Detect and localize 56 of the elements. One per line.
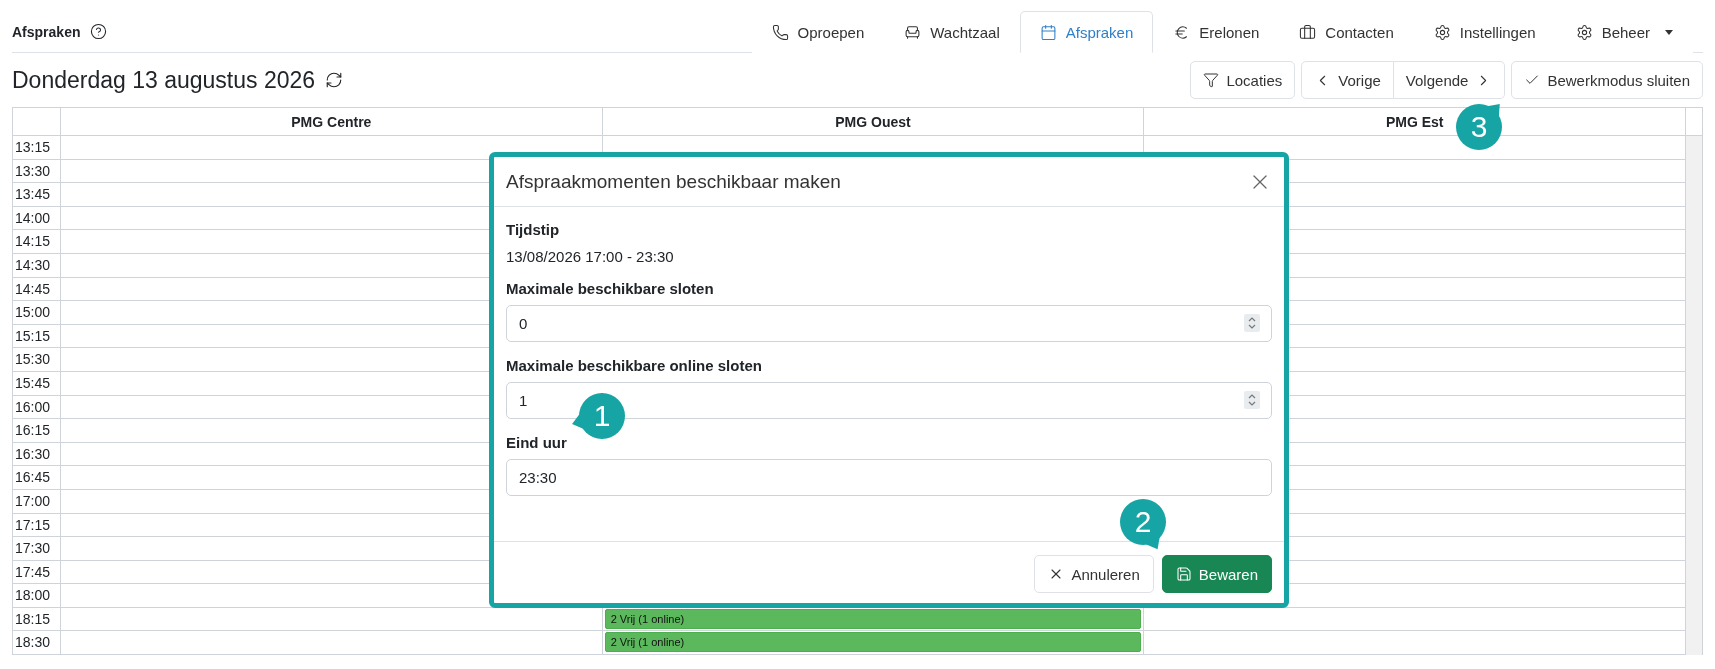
- time-label: 14:30: [13, 253, 61, 278]
- column-header: PMG Ouest: [602, 108, 1145, 136]
- filter-button[interactable]: Locaties: [1190, 61, 1296, 99]
- refresh-icon[interactable]: [325, 71, 344, 89]
- filter-icon: [1203, 72, 1220, 88]
- time-label: 16:00: [13, 395, 61, 420]
- column-header: PMG Centre: [61, 108, 603, 136]
- time-label: 18:00: [13, 584, 61, 608]
- calendar-cell[interactable]: [61, 631, 603, 656]
- time-label: 13:30: [13, 159, 61, 184]
- time-label: 15:00: [13, 301, 61, 325]
- save-icon: [1175, 566, 1192, 582]
- help-icon[interactable]: [90, 23, 108, 40]
- close-edit-mode-button[interactable]: Bewerkmodus sluiten: [1511, 61, 1703, 99]
- settings-icon: [1433, 23, 1451, 41]
- time-label: 13:15: [13, 136, 61, 160]
- save-button[interactable]: Bewaren: [1161, 555, 1272, 593]
- time-label: 15:45: [13, 371, 61, 396]
- cancel-button[interactable]: Annuleren: [1034, 555, 1154, 593]
- field-label: Tijdstip: [506, 221, 561, 238]
- field-label: Maximale beschikbare sloten: [506, 280, 715, 297]
- date-title: Donderdag 13 augustus 2026: [12, 66, 316, 94]
- spinner-icon[interactable]: [1244, 391, 1260, 409]
- field-label: Eind uur: [506, 434, 568, 451]
- calendar-cell[interactable]: [1144, 631, 1686, 656]
- time-label: 17:45: [13, 560, 61, 585]
- next-button[interactable]: Volgende: [1393, 61, 1506, 99]
- scrollbar[interactable]: [1686, 136, 1702, 656]
- briefcase-icon: [1299, 23, 1317, 41]
- time-label: 16:30: [13, 442, 61, 467]
- dialog-title: Afspraakmomenten beschikbaar maken: [506, 170, 841, 193]
- time-label: 14:00: [13, 206, 61, 231]
- time-label: 17:15: [13, 513, 61, 538]
- calendar-icon: [1039, 23, 1057, 41]
- input-field[interactable]: 23:30: [506, 459, 1272, 496]
- field-label: Maximale beschikbare online sloten: [506, 357, 763, 374]
- nav-tab[interactable]: Afspraken: [1019, 11, 1154, 53]
- time-label: 18:15: [13, 607, 61, 632]
- time-label: 16:45: [13, 466, 61, 490]
- phone-icon: [771, 23, 789, 41]
- time-label: 18:30: [13, 631, 61, 656]
- input-field[interactable]: 0: [506, 305, 1272, 342]
- time-label: 14:15: [13, 230, 61, 254]
- previous-button[interactable]: Vorige: [1301, 61, 1394, 99]
- time-label: 17:30: [13, 537, 61, 561]
- chair-icon: [904, 23, 922, 41]
- time-label: 15:15: [13, 324, 61, 349]
- settings-icon: [1575, 23, 1593, 41]
- time-label: 16:15: [13, 419, 61, 443]
- time-label: 17:00: [13, 489, 61, 514]
- spinner-icon[interactable]: [1244, 314, 1260, 332]
- time-label: 15:30: [13, 348, 61, 372]
- page-title: Afspraken: [12, 23, 81, 40]
- field-value: 13/08/2026 17:00 - 23:30: [506, 247, 675, 265]
- time-label: 13:45: [13, 183, 61, 207]
- time-label: 14:45: [13, 277, 61, 302]
